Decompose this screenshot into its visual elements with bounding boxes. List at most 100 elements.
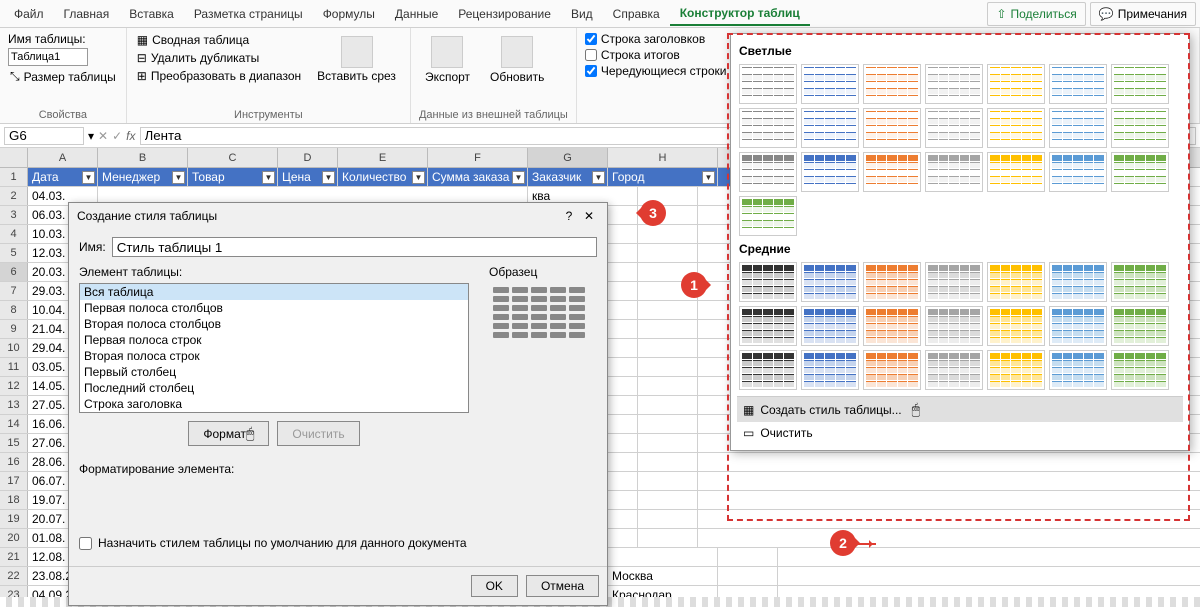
style-thumb[interactable] — [863, 306, 921, 346]
clear-button[interactable]: Очистить — [277, 421, 359, 446]
row-header[interactable]: 14 — [0, 415, 28, 433]
resize-table-button[interactable]: ⤡ Размер таблицы — [8, 68, 118, 85]
row-header[interactable]: 6 — [0, 263, 28, 281]
col-header-C[interactable]: C — [188, 148, 278, 167]
row-header-1[interactable]: 1 — [0, 168, 28, 186]
style-thumb[interactable] — [863, 262, 921, 302]
style-thumb[interactable] — [739, 306, 797, 346]
style-thumb[interactable] — [1049, 152, 1107, 192]
col-header-E[interactable]: E — [338, 148, 428, 167]
ok-button[interactable]: OK — [471, 575, 518, 597]
clear-style-item[interactable]: ▭ Очистить — [737, 422, 1183, 444]
style-thumb[interactable] — [1111, 64, 1169, 104]
style-thumb[interactable] — [1049, 64, 1107, 104]
convert-button[interactable]: ⊞Преобразовать в диапазон — [135, 68, 303, 84]
style-thumb[interactable] — [1049, 350, 1107, 390]
row-header[interactable]: 7 — [0, 282, 28, 300]
header-product[interactable]: Товар▼ — [188, 168, 278, 186]
element-listbox[interactable]: Вся таблицаПервая полоса столбцовВторая … — [79, 283, 469, 413]
style-thumb[interactable] — [925, 350, 983, 390]
list-item[interactable]: Первая полоса столбцов — [80, 300, 468, 316]
style-thumb[interactable] — [863, 64, 921, 104]
dialog-close-button[interactable]: ✕ — [579, 209, 599, 223]
row-header[interactable]: 21 — [0, 548, 28, 566]
row-header[interactable]: 15 — [0, 434, 28, 452]
row-header[interactable]: 9 — [0, 320, 28, 338]
col-header-D[interactable]: D — [278, 148, 338, 167]
share-button[interactable]: ⇧ Поделиться — [987, 2, 1085, 26]
style-thumb[interactable] — [1111, 152, 1169, 192]
list-item[interactable]: Первый столбец — [80, 364, 468, 380]
style-thumb[interactable] — [863, 152, 921, 192]
header-sum[interactable]: Сумма заказа▼ — [428, 168, 528, 186]
fx-icon[interactable]: fx — [126, 129, 135, 143]
total-row-chk[interactable] — [585, 49, 597, 61]
list-item[interactable]: Вся таблица — [80, 284, 468, 300]
row-header[interactable]: 2 — [0, 187, 28, 205]
header-qty[interactable]: Количество▼ — [338, 168, 428, 186]
row-header[interactable]: 22 — [0, 567, 28, 585]
list-item[interactable]: Первая полоса строк — [80, 332, 468, 348]
style-thumb[interactable] — [987, 152, 1045, 192]
style-thumb[interactable] — [1111, 306, 1169, 346]
style-thumb[interactable] — [801, 64, 859, 104]
style-thumb[interactable] — [987, 306, 1045, 346]
filter-icon[interactable]: ▼ — [262, 171, 275, 184]
col-header-A[interactable]: A — [28, 148, 98, 167]
filter-icon[interactable]: ▼ — [322, 171, 335, 184]
menu-data[interactable]: Данные — [385, 3, 448, 25]
style-thumb[interactable] — [987, 350, 1045, 390]
refresh-button[interactable]: Обновить — [484, 32, 550, 107]
dropdown-icon[interactable]: ▾ — [88, 129, 94, 143]
header-price[interactable]: Цена▼ — [278, 168, 338, 186]
style-thumb[interactable] — [801, 350, 859, 390]
cell[interactable] — [608, 548, 718, 566]
style-thumb[interactable] — [987, 262, 1045, 302]
filter-icon[interactable]: ▼ — [702, 171, 715, 184]
menu-help[interactable]: Справка — [603, 3, 670, 25]
list-item[interactable]: Вторая полоса столбцов — [80, 316, 468, 332]
filter-icon[interactable]: ▼ — [512, 171, 525, 184]
header-city[interactable]: Город▼ — [608, 168, 718, 186]
style-thumb[interactable] — [739, 262, 797, 302]
col-header-H[interactable]: H — [608, 148, 718, 167]
filter-icon[interactable]: ▼ — [592, 171, 605, 184]
header-customer[interactable]: Заказчик▼ — [528, 168, 608, 186]
style-thumb[interactable] — [1049, 306, 1107, 346]
style-thumb[interactable] — [739, 64, 797, 104]
create-table-style-item[interactable]: ▦ Создать стиль таблицы... 🖱 — [737, 397, 1183, 422]
list-item[interactable]: Последний столбец — [80, 380, 468, 396]
style-thumb[interactable] — [925, 152, 983, 192]
style-thumb[interactable] — [925, 306, 983, 346]
row-header[interactable]: 17 — [0, 472, 28, 490]
style-thumb[interactable] — [925, 64, 983, 104]
header-row-chk[interactable] — [585, 33, 597, 45]
row-header[interactable]: 19 — [0, 510, 28, 528]
list-item[interactable]: Вторая полоса строк — [80, 348, 468, 364]
style-thumb[interactable] — [739, 196, 797, 236]
style-thumb[interactable] — [925, 262, 983, 302]
row-header[interactable]: 5 — [0, 244, 28, 262]
style-thumb[interactable] — [801, 108, 859, 148]
style-thumb[interactable] — [739, 350, 797, 390]
style-thumb[interactable] — [1049, 108, 1107, 148]
row-header[interactable]: 20 — [0, 529, 28, 547]
default-style-checkbox[interactable] — [79, 537, 92, 550]
style-thumb[interactable] — [1111, 262, 1169, 302]
style-thumb[interactable] — [1049, 262, 1107, 302]
row-header[interactable]: 4 — [0, 225, 28, 243]
style-thumb[interactable] — [801, 152, 859, 192]
table-name-input[interactable] — [8, 48, 88, 66]
row-header[interactable]: 18 — [0, 491, 28, 509]
menu-table-design[interactable]: Конструктор таблиц — [670, 2, 810, 26]
menu-view[interactable]: Вид — [561, 3, 603, 25]
select-all-corner[interactable] — [0, 148, 28, 167]
row-header[interactable]: 10 — [0, 339, 28, 357]
enter-icon[interactable]: ✓ — [112, 129, 122, 143]
dialog-titlebar[interactable]: Создание стиля таблицы ? ✕ — [69, 203, 607, 229]
row-header[interactable]: 3 — [0, 206, 28, 224]
style-thumb[interactable] — [739, 108, 797, 148]
style-thumb[interactable] — [925, 108, 983, 148]
row-header[interactable]: 13 — [0, 396, 28, 414]
format-button[interactable]: Формат🖱 — [188, 421, 269, 446]
